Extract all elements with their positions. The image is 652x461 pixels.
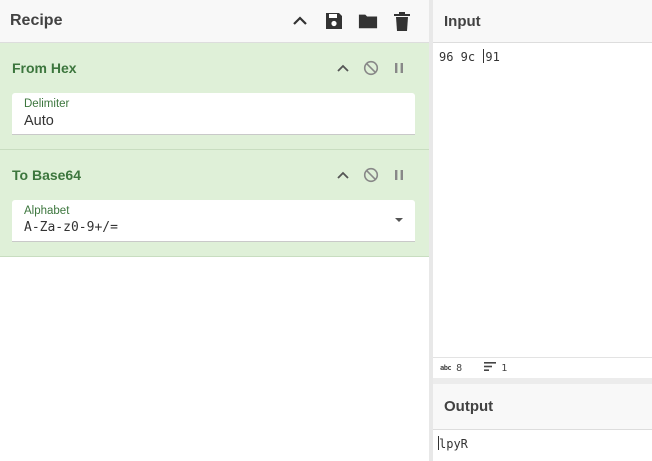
alphabet-label: Alphabet	[24, 205, 70, 217]
alphabet-select[interactable]: Alphabet A-Za-z0-9+/=	[12, 200, 415, 242]
length-icon: abc	[440, 364, 452, 372]
alphabet-value[interactable]: A-Za-z0-9+/=	[24, 220, 118, 235]
output-text[interactable]: lpyR	[433, 430, 652, 451]
input-lines: 1	[501, 362, 508, 374]
output-title: Output	[444, 398, 494, 415]
save-icon[interactable]	[324, 11, 344, 31]
input-header: Input	[433, 0, 652, 43]
trash-icon[interactable]	[392, 11, 412, 31]
delimiter-label: Delimiter	[24, 98, 70, 110]
pause-icon[interactable]	[391, 60, 407, 76]
input-textarea[interactable]: 96 9c 91	[433, 43, 652, 64]
input-panel: Input 96 9c 91 abc 8 1	[433, 0, 652, 378]
pause-icon[interactable]	[391, 167, 407, 183]
chevron-up-icon[interactable]	[290, 11, 310, 31]
delimiter-field[interactable]: Delimiter Auto	[12, 93, 415, 135]
operation-to-base64[interactable]: To Base64 Alphabet A-Za-z0-9+/=	[0, 150, 429, 257]
output-panel: Output lpyR	[433, 384, 652, 461]
input-status-bar: abc 8 1	[433, 357, 652, 378]
delimiter-value[interactable]: Auto	[24, 113, 54, 129]
recipe-title: Recipe	[10, 12, 63, 29]
lines-icon	[484, 362, 497, 374]
operation-title: From Hex	[12, 60, 77, 76]
input-text-after-caret: 91	[485, 50, 500, 64]
dropdown-caret-icon[interactable]	[395, 218, 403, 222]
operation-from-hex[interactable]: From Hex Delimiter Auto	[0, 43, 429, 150]
input-text-before-caret: 96 9c	[439, 50, 483, 64]
input-length: 8	[456, 362, 463, 374]
output-header: Output	[433, 384, 652, 430]
operation-title: To Base64	[12, 167, 81, 183]
disable-icon[interactable]	[363, 60, 379, 76]
folder-icon[interactable]	[358, 11, 378, 31]
recipe-header: Recipe	[0, 0, 429, 43]
recipe-panel: Recipe From Hex Delimiter Auto To Base64…	[0, 0, 429, 461]
disable-icon[interactable]	[363, 167, 379, 183]
output-value: lpyR	[439, 437, 468, 451]
collapse-chevron-icon[interactable]	[335, 60, 351, 76]
input-title: Input	[444, 12, 481, 30]
collapse-chevron-icon[interactable]	[335, 167, 351, 183]
